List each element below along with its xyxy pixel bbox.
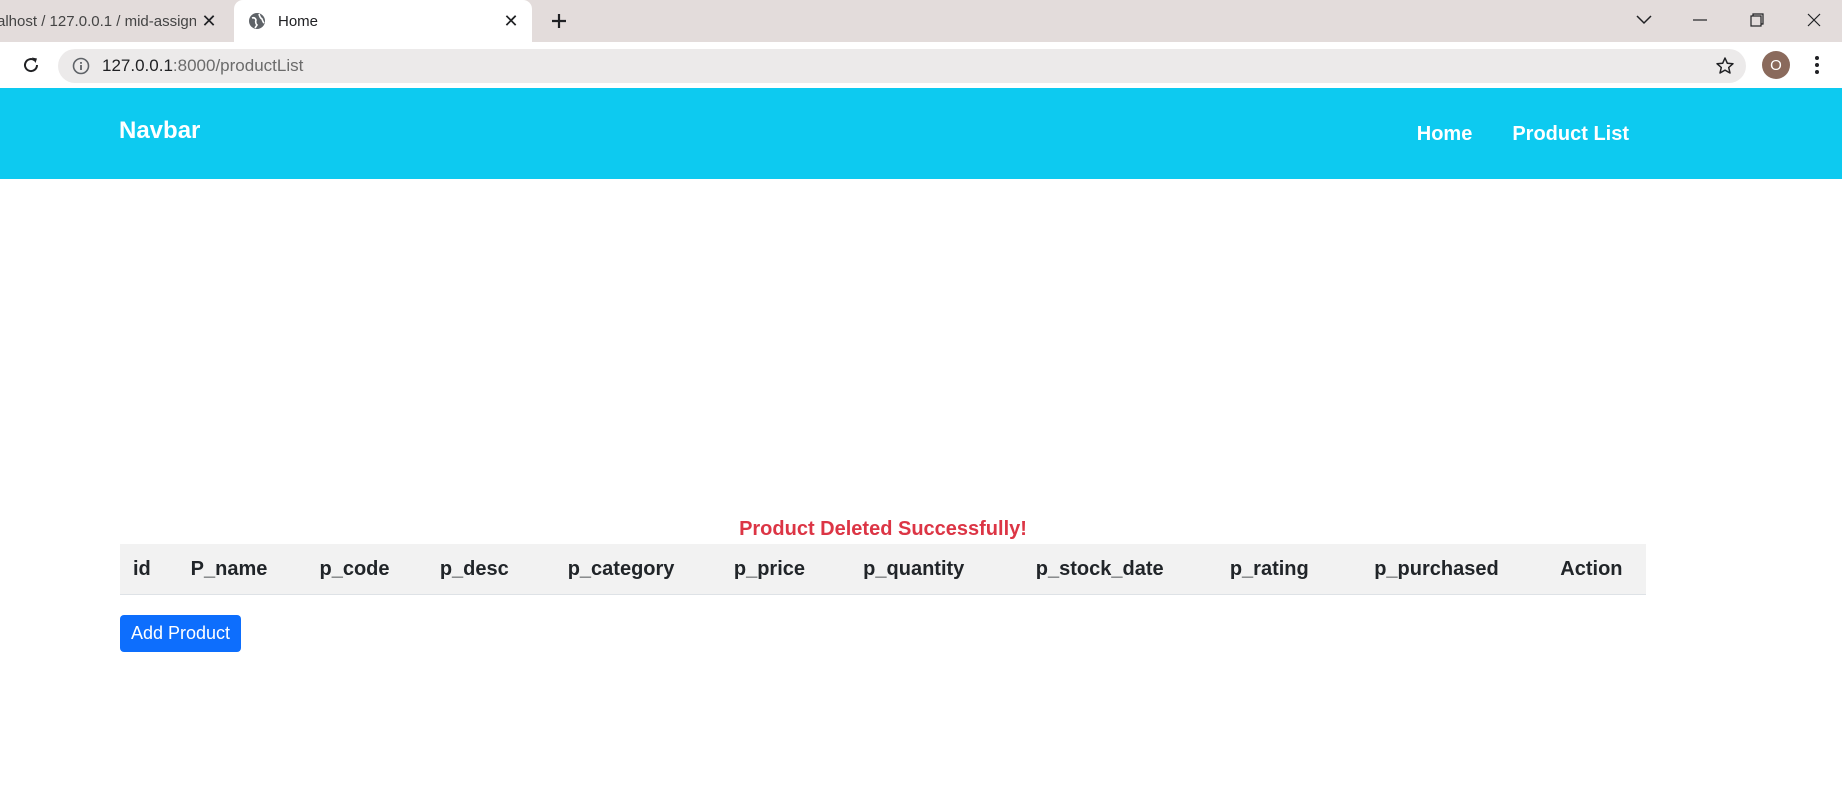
minimize-icon[interactable] <box>1672 0 1728 40</box>
col-header-p-rating: p_rating <box>1202 544 1337 595</box>
tab-title: Home <box>278 12 319 30</box>
reload-icon[interactable] <box>16 50 46 80</box>
delete-success-message: Product Deleted Successfully! <box>739 518 1027 540</box>
browser-toolbar: 127.0.0.1:8000/productList O <box>0 42 1842 88</box>
col-header-id: id <box>120 544 164 595</box>
close-tab-icon[interactable]: ✕ <box>498 8 524 34</box>
table-header-row: id P_name p_code p_desc p_category p_pri… <box>120 544 1646 595</box>
product-table: id P_name p_code p_desc p_category p_pri… <box>120 544 1646 595</box>
globe-icon <box>248 12 266 30</box>
add-product-button[interactable]: Add Product <box>120 615 242 652</box>
more-options-icon[interactable] <box>1802 50 1832 80</box>
browser-tab-active[interactable]: Home ✕ <box>234 0 532 42</box>
col-header-p-price: p_price <box>708 544 831 595</box>
site-info-icon[interactable] <box>72 57 90 75</box>
col-header-p-stock-date: p_stock_date <box>996 544 1203 595</box>
restore-icon[interactable] <box>1729 0 1785 40</box>
col-header-p-name: P_name <box>163 544 295 595</box>
profile-avatar[interactable]: O <box>1762 51 1790 79</box>
tab-title: alhost / 127.0.0.1 / mid-assign <box>0 12 196 30</box>
nav-links: Home Product List <box>1417 123 1629 146</box>
nav-link-product-list[interactable]: Product List <box>1512 123 1629 146</box>
tab-search-icon[interactable] <box>1616 0 1672 40</box>
col-header-p-code: p_code <box>294 544 415 595</box>
close-window-icon[interactable] <box>1786 0 1842 40</box>
col-header-p-quantity: p_quantity <box>830 544 997 595</box>
address-bar[interactable]: 127.0.0.1:8000/productList <box>58 49 1746 83</box>
browser-tabstrip: alhost / 127.0.0.1 / mid-assign ✕ Home ✕ <box>0 0 1842 42</box>
close-tab-icon[interactable]: ✕ <box>196 8 222 34</box>
col-header-p-desc: p_desc <box>414 544 534 595</box>
navbar-brand[interactable]: Navbar <box>119 117 200 145</box>
new-tab-button[interactable] <box>545 7 573 35</box>
col-header-p-purchased: p_purchased <box>1336 544 1537 595</box>
site-navbar: Navbar Home Product List <box>0 88 1842 179</box>
url-text: 127.0.0.1:8000/productList <box>102 56 303 76</box>
url-host: 127.0.0.1 <box>102 56 173 75</box>
col-header-p-category: p_category <box>533 544 709 595</box>
url-path: :8000/productList <box>172 56 304 75</box>
nav-link-home[interactable]: Home <box>1417 123 1473 146</box>
bookmark-star-icon[interactable] <box>1714 55 1736 77</box>
col-header-action: Action <box>1536 544 1646 595</box>
browser-tab-inactive[interactable]: alhost / 127.0.0.1 / mid-assign ✕ <box>0 0 230 42</box>
